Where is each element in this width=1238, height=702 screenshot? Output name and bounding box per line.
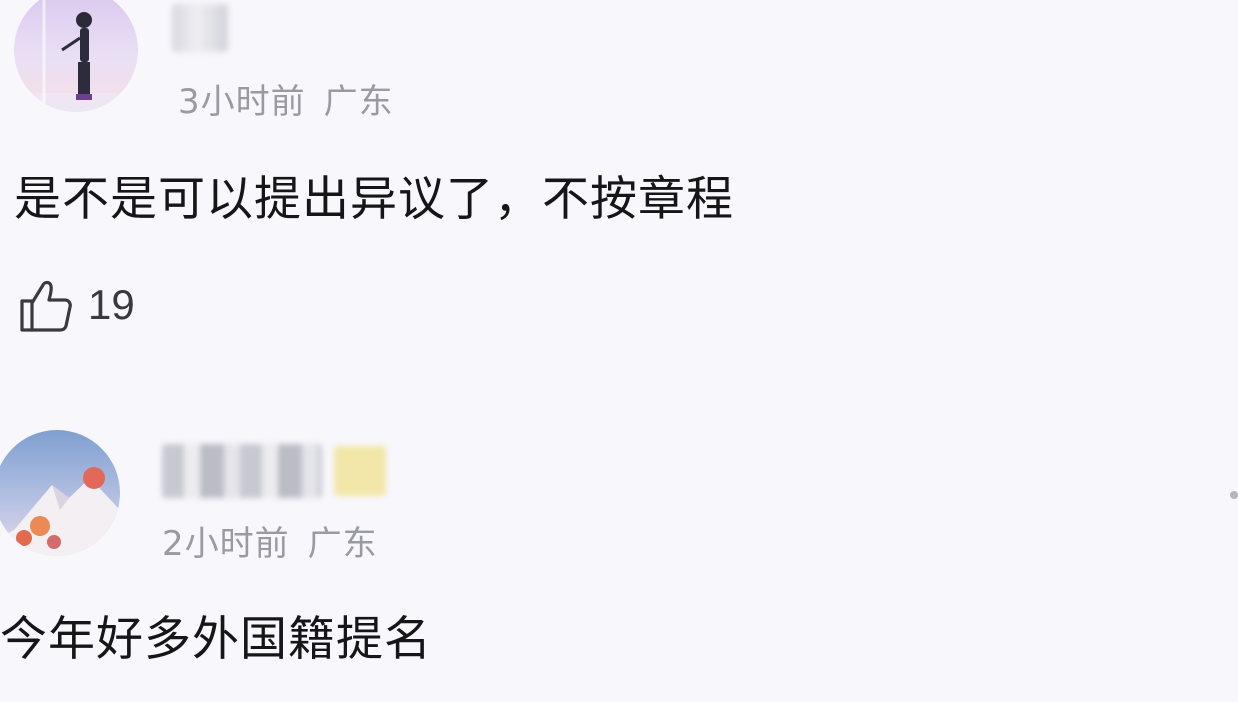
username-blurred[interactable] [172, 4, 228, 52]
comment-item: 2小时前 广东 今年好多外国籍提名 [0, 420, 1238, 702]
vip-badge-blurred [334, 446, 386, 496]
comment-item: 3小时前 广东 是不是可以提出异议了，不按章程 19 [0, 0, 1238, 360]
comment-text: 今年好多外国籍提名 [0, 612, 432, 667]
avatar[interactable] [14, 0, 138, 112]
comment-time: 2小时前 [162, 524, 290, 564]
comment-location: 广东 [323, 82, 394, 122]
like-button[interactable]: 19 [16, 276, 135, 334]
comment-meta: 2小时前 广东 [162, 516, 378, 565]
avatar-icon [0, 430, 120, 556]
avatar-icon [14, 0, 138, 112]
thumbs-up-icon [20, 280, 72, 332]
username-blurred[interactable] [162, 444, 322, 498]
avatar[interactable] [0, 430, 120, 556]
more-options-dot[interactable] [1230, 491, 1238, 499]
comment-location: 广东 [307, 524, 378, 564]
comment-text: 是不是可以提出异议了，不按章程 [14, 172, 734, 227]
comment-meta: 3小时前 广东 [178, 74, 394, 123]
like-count: 19 [88, 281, 135, 328]
comment-time: 3小时前 [178, 82, 306, 122]
